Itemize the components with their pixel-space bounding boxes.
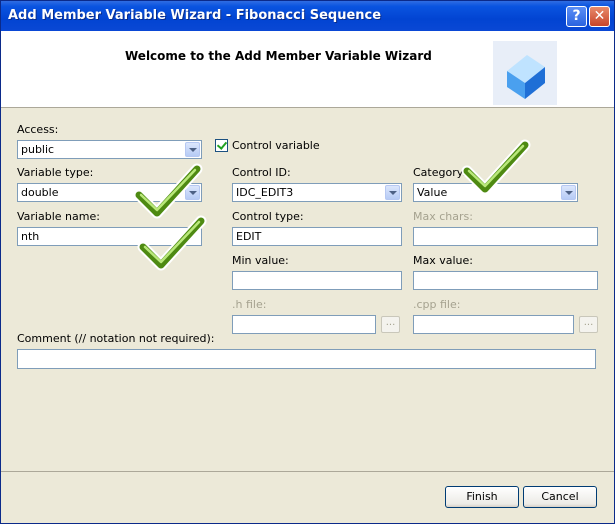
access-combo[interactable]: public <box>17 140 202 159</box>
control-id-combo[interactable]: IDC_EDIT3 <box>232 183 402 202</box>
cancel-button[interactable]: Cancel <box>523 486 597 508</box>
cube-icon <box>493 41 557 105</box>
chevron-down-icon[interactable] <box>185 142 200 157</box>
control-variable-label: Control variable <box>232 139 320 152</box>
cpp-file-input <box>413 315 574 334</box>
access-label: Access: <box>17 123 59 136</box>
h-file-input <box>232 315 376 334</box>
h-file-label: .h file: <box>232 298 267 311</box>
footer-divider <box>1 471 614 472</box>
control-type-input[interactable]: EDIT <box>232 227 402 246</box>
comment-input[interactable] <box>17 349 596 369</box>
h-file-browse-button: ... <box>381 316 400 333</box>
variable-name-label: Variable name: <box>17 210 100 223</box>
help-button[interactable]: ? <box>566 6 587 27</box>
control-id-label: Control ID: <box>232 166 291 179</box>
cpp-file-browse-button: ... <box>579 316 598 333</box>
checkmark-icon <box>137 215 207 271</box>
chevron-down-icon[interactable] <box>385 185 400 200</box>
max-chars-label: Max chars: <box>413 210 473 223</box>
max-value-input[interactable] <box>413 271 598 290</box>
category-label: Category: <box>413 166 467 179</box>
window-title: Add Member Variable Wizard - Fibonacci S… <box>8 8 382 23</box>
welcome-heading: Welcome to the Add Member Variable Wizar… <box>125 49 432 63</box>
control-variable-checkbox[interactable] <box>215 139 228 152</box>
max-chars-input <box>413 227 598 246</box>
chevron-down-icon[interactable] <box>561 185 576 200</box>
control-id-value: IDC_EDIT3 <box>236 186 294 199</box>
category-value: Value <box>417 186 448 199</box>
close-button[interactable]: ✕ <box>589 6 610 27</box>
max-value-label: Max value: <box>413 254 473 267</box>
wizard-header: Welcome to the Add Member Variable Wizar… <box>1 31 614 108</box>
variable-type-value: double <box>21 186 59 199</box>
checkmark-icon <box>133 163 203 219</box>
title-bar[interactable]: Add Member Variable Wizard - Fibonacci S… <box>1 1 614 31</box>
finish-button[interactable]: Finish <box>445 486 519 508</box>
checkmark-icon <box>461 139 531 195</box>
access-value: public <box>21 143 55 156</box>
control-type-label: Control type: <box>232 210 304 223</box>
min-value-label: Min value: <box>232 254 289 267</box>
cpp-file-label: .cpp file: <box>413 298 461 311</box>
wizard-window: Add Member Variable Wizard - Fibonacci S… <box>0 0 615 524</box>
comment-label: Comment (// notation not required): <box>17 332 215 345</box>
min-value-input[interactable] <box>232 271 402 290</box>
variable-type-label: Variable type: <box>17 166 94 179</box>
